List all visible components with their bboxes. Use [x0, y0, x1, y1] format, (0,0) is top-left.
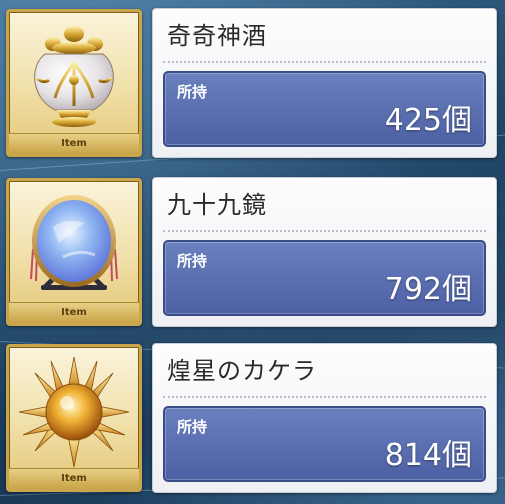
item-row[interactable]: Item 奇奇神酒 所持 425個 [6, 8, 497, 158]
divider [163, 396, 486, 398]
item-row[interactable]: Item 煌星のカケラ 所持 814個 [6, 343, 497, 493]
item-info-panel: 奇奇神酒 所持 425個 [152, 8, 497, 158]
item-caption: Item [9, 468, 139, 489]
quantity-value: 792個 [384, 272, 472, 307]
quantity-value: 814個 [384, 438, 472, 473]
divider [163, 61, 486, 63]
quantity-label: 所持 [177, 252, 208, 270]
item-info-panel: 九十九鏡 所持 792個 [152, 177, 497, 327]
quantity-box: 所持 425個 [163, 71, 486, 147]
quantity-box: 所持 814個 [163, 406, 486, 482]
quantity-value: 425個 [384, 103, 472, 138]
item-name: 九十九鏡 [167, 191, 267, 219]
item-icon-tile[interactable]: Item [6, 344, 142, 492]
item-icon-tile[interactable]: Item [6, 178, 142, 326]
ornate-urn-icon [34, 26, 114, 127]
standing-mirror-icon [30, 195, 118, 290]
item-caption: Item [9, 133, 139, 154]
quantity-label: 所持 [177, 83, 208, 101]
quantity-box: 所持 792個 [163, 240, 486, 316]
item-name: 煌星のカケラ [167, 357, 317, 385]
spiked-star-orb-icon [18, 356, 130, 468]
item-caption: Item [9, 302, 139, 323]
divider [163, 230, 486, 232]
item-row[interactable]: Item 九十九鏡 所持 792個 [6, 177, 497, 327]
item-name: 奇奇神酒 [167, 22, 267, 50]
item-info-panel: 煌星のカケラ 所持 814個 [152, 343, 497, 493]
item-icon-tile[interactable]: Item [6, 9, 142, 157]
item-list: Item 奇奇神酒 所持 425個 Item 九十九鏡 所持 792個 Item… [0, 0, 505, 504]
quantity-label: 所持 [177, 418, 208, 436]
